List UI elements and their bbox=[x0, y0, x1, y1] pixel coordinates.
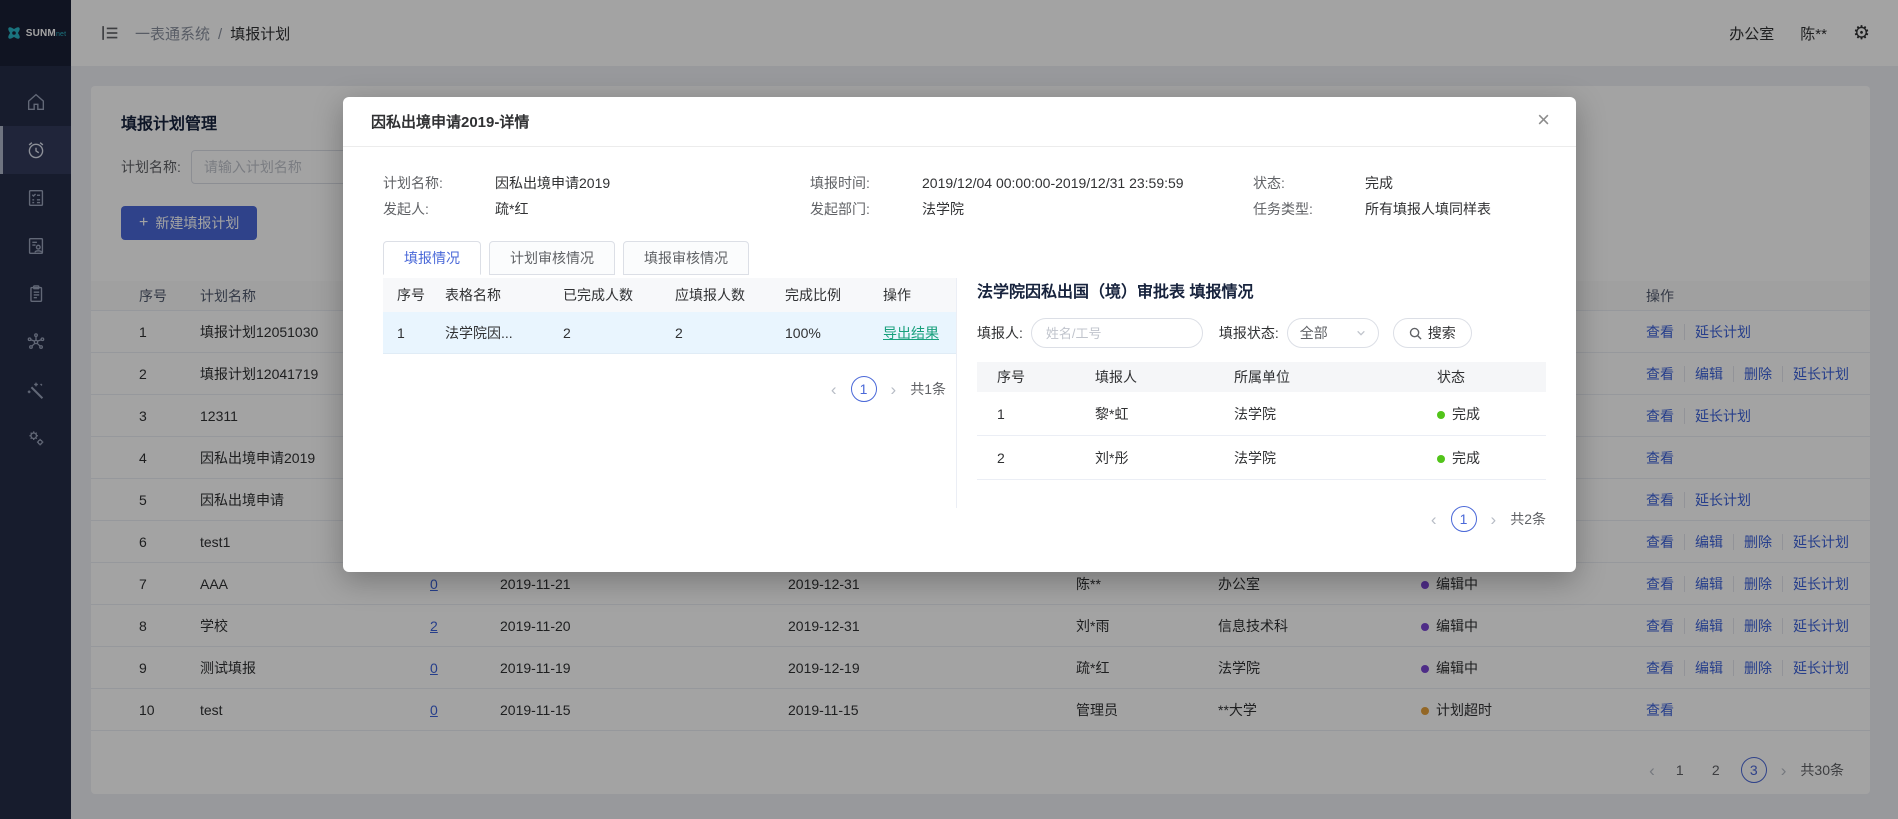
fillers-filter-row: 填报人: 填报状态: 全部 搜索 bbox=[977, 318, 1546, 348]
fillers-table: 序号 填报人 所属单位 状态 1 黎*虹 法学院 完成 2 刘*彤 法学院 完成 bbox=[977, 362, 1546, 480]
cell-index: 1 bbox=[997, 406, 1095, 422]
export-result-link[interactable]: 导出结果 bbox=[883, 325, 939, 341]
search-button[interactable]: 搜索 bbox=[1393, 318, 1472, 348]
col-header-done: 已完成人数 bbox=[563, 285, 675, 305]
col-header-required: 应填报人数 bbox=[675, 285, 785, 305]
status-text: 完成 bbox=[1452, 450, 1480, 466]
status-label: 状态: bbox=[1253, 173, 1365, 193]
status-dot bbox=[1437, 411, 1445, 419]
col-header-form-name: 表格名称 bbox=[445, 285, 563, 305]
cell-done-count: 2 bbox=[563, 325, 675, 341]
fill-status-select[interactable]: 全部 bbox=[1287, 318, 1379, 348]
fillers-panel-title: 法学院因私出国（境）审批表 填报情况 bbox=[977, 278, 1546, 302]
fillers-pagination: ‹ 1 › 共2条 bbox=[977, 506, 1546, 532]
col-header-ratio: 完成比例 bbox=[785, 285, 883, 305]
status-dot bbox=[1437, 455, 1445, 463]
dept-label: 发起部门: bbox=[810, 199, 922, 219]
forms-panel: 序号 表格名称 已完成人数 应填报人数 完成比例 操作 1 法学院因... 2 … bbox=[383, 278, 957, 508]
col-header-filler: 填报人 bbox=[1095, 367, 1234, 387]
initiator-label: 发起人: bbox=[383, 199, 495, 219]
type-label: 任务类型: bbox=[1253, 199, 1365, 219]
close-icon[interactable]: × bbox=[1537, 109, 1550, 131]
pagination-next[interactable]: › bbox=[1491, 511, 1497, 528]
cell-index: 1 bbox=[397, 325, 445, 341]
filler-row: 2 刘*彤 法学院 完成 bbox=[977, 436, 1546, 480]
fill-status-selected-value: 全部 bbox=[1300, 323, 1328, 343]
fillers-table-header: 序号 填报人 所属单位 状态 bbox=[977, 362, 1546, 392]
forms-table-header: 序号 表格名称 已完成人数 应填报人数 完成比例 操作 bbox=[383, 278, 956, 312]
tab-plan-review[interactable]: 计划审核情况 bbox=[489, 241, 615, 275]
fill-status-label: 填报状态: bbox=[1219, 323, 1279, 343]
time-value: 2019/12/04 00:00:00-2019/12/31 23:59:59 bbox=[922, 175, 1184, 191]
col-header-unit: 所属单位 bbox=[1234, 367, 1437, 387]
cell-form-name: 法学院因... bbox=[445, 323, 563, 343]
pagination-page-current[interactable]: 1 bbox=[1451, 506, 1477, 532]
dept-value: 法学院 bbox=[922, 201, 964, 217]
col-header-index: 序号 bbox=[397, 285, 445, 305]
filler-row: 1 黎*虹 法学院 完成 bbox=[977, 392, 1546, 436]
cell-ratio: 100% bbox=[785, 325, 883, 341]
status-text: 完成 bbox=[1452, 406, 1480, 422]
initiator-value: 疏*红 bbox=[495, 201, 528, 217]
cell-unit: 法学院 bbox=[1234, 448, 1437, 468]
cell-required-count: 2 bbox=[675, 325, 785, 341]
col-header-index: 序号 bbox=[997, 367, 1095, 387]
filler-label: 填报人: bbox=[977, 323, 1023, 343]
type-value: 所有填报人填同样表 bbox=[1365, 201, 1491, 217]
cell-filler-name: 刘*彤 bbox=[1095, 448, 1234, 468]
forms-pagination: ‹ 1 › 共1条 bbox=[383, 376, 956, 402]
plan-detail-modal: 因私出境申请2019-详情 × 计划名称:因私出境申请2019 发起人:疏*红 … bbox=[343, 97, 1576, 572]
pagination-prev[interactable]: ‹ bbox=[1431, 511, 1437, 528]
tab-fill-review[interactable]: 填报审核情况 bbox=[623, 241, 749, 275]
col-header-status: 状态 bbox=[1437, 367, 1546, 387]
modal-tabs: 填报情况 计划审核情况 填报审核情况 bbox=[383, 241, 1548, 275]
cell-index: 2 bbox=[997, 450, 1095, 466]
filler-search-input[interactable] bbox=[1031, 318, 1203, 348]
plan-name-value: 因私出境申请2019 bbox=[495, 175, 610, 191]
time-label: 填报时间: bbox=[810, 173, 922, 193]
cell-unit: 法学院 bbox=[1234, 404, 1437, 424]
pagination-total: 共1条 bbox=[910, 379, 946, 399]
cell-filler-name: 黎*虹 bbox=[1095, 404, 1234, 424]
chevron-down-icon bbox=[1356, 328, 1366, 338]
pagination-next[interactable]: › bbox=[891, 381, 897, 398]
pagination-page-current[interactable]: 1 bbox=[851, 376, 877, 402]
pagination-total: 共2条 bbox=[1510, 509, 1546, 529]
search-icon bbox=[1409, 327, 1422, 340]
plan-name-label: 计划名称: bbox=[383, 173, 495, 193]
modal-header: 因私出境申请2019-详情 bbox=[343, 97, 1576, 147]
form-row-selected[interactable]: 1 法学院因... 2 2 100% 导出结果 bbox=[383, 312, 956, 354]
status-value: 完成 bbox=[1365, 175, 1393, 191]
plan-info: 计划名称:因私出境申请2019 发起人:疏*红 填报时间:2019/12/04 … bbox=[343, 147, 1576, 219]
tab-fill-status[interactable]: 填报情况 bbox=[383, 241, 481, 275]
modal-title: 因私出境申请2019-详情 bbox=[371, 111, 529, 132]
pagination-prev[interactable]: ‹ bbox=[831, 381, 837, 398]
col-header-ops: 操作 bbox=[883, 285, 956, 305]
fillers-panel: 法学院因私出国（境）审批表 填报情况 填报人: 填报状态: 全部 搜索 序号 填… bbox=[977, 278, 1546, 532]
